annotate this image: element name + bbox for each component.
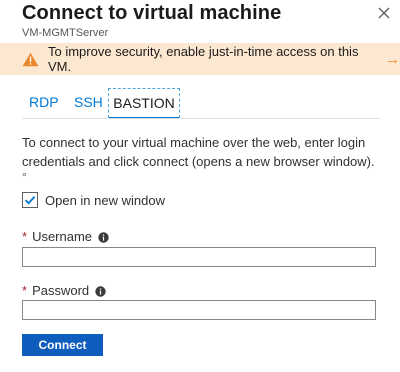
info-icon[interactable]: [98, 231, 109, 243]
checkmark-icon: [24, 195, 36, 205]
required-marker: *: [22, 283, 28, 298]
jit-warning-banner: To improve security, enable just-in-time…: [0, 43, 400, 75]
open-new-window-checkbox[interactable]: [22, 192, 38, 208]
arrow-right-icon[interactable]: →: [385, 51, 400, 68]
warning-icon: [22, 52, 39, 67]
tabs-divider: [22, 118, 380, 119]
connection-tabs: RDP SSH BASTION: [22, 88, 382, 119]
close-icon[interactable]: [376, 5, 392, 21]
password-input[interactable]: [22, 300, 376, 320]
password-label-row: * Password: [22, 283, 106, 298]
required-marker: *: [22, 229, 28, 244]
banner-text: To improve security, enable just-in-time…: [48, 44, 359, 74]
username-label-row: * Username: [22, 229, 109, 244]
dialog-title: Connect to virtual machine: [22, 2, 282, 24]
info-icon[interactable]: [95, 285, 106, 297]
bullet-mark: °: [22, 170, 27, 184]
tab-ssh[interactable]: SSH: [74, 88, 103, 116]
open-new-window-label: Open in new window: [45, 192, 165, 208]
tab-bastion[interactable]: BASTION: [108, 88, 180, 119]
tab-bastion-label: BASTION: [113, 95, 175, 111]
username-label: Username: [32, 229, 93, 244]
vm-name-subtitle: VM-MGMTServer: [22, 27, 109, 39]
connect-button[interactable]: Connect: [22, 334, 103, 356]
username-input[interactable]: [22, 247, 376, 267]
bastion-description: To connect to your virtual machine over …: [22, 135, 375, 169]
password-label: Password: [32, 283, 90, 298]
tab-rdp[interactable]: RDP: [29, 88, 59, 116]
open-new-window-option: Open in new window: [22, 192, 165, 208]
